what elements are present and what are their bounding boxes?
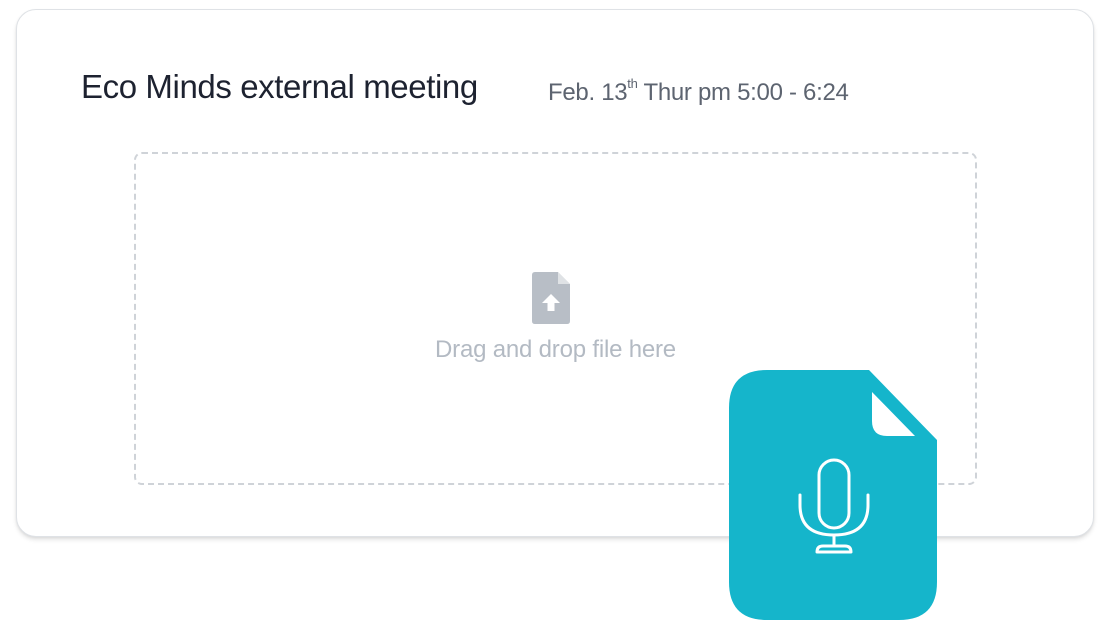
upload-screen: Eco Minds external meeting Feb. 13th Thu… xyxy=(0,0,1110,620)
meeting-title: Eco Minds external meeting xyxy=(81,68,478,105)
meeting-date-ordinal: th xyxy=(627,76,638,91)
file-upload-icon xyxy=(532,272,570,324)
meeting-date-time: Thur pm 5:00 - 6:24 xyxy=(637,79,849,106)
audio-file-microphone-icon[interactable] xyxy=(729,370,937,620)
meeting-date: Feb. 13th Thur pm 5:00 - 6:24 xyxy=(548,76,849,107)
dropzone-label: Drag and drop file here xyxy=(435,336,676,363)
meeting-date-day: Feb. 13 xyxy=(548,79,628,106)
